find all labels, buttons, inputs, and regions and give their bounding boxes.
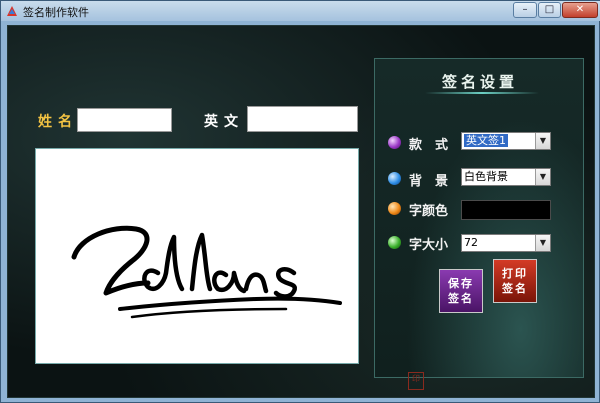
seal-stamp-icon: 印 (408, 372, 424, 390)
font-color-swatch[interactable] (461, 200, 551, 220)
minimize-button[interactable]: – (513, 2, 537, 18)
settings-panel: 签名设置 款 式 英文签1 ▼ 背 景 白色背景 ▼ 字颜色 字大小 72 ▼ (374, 58, 584, 378)
name-label: 姓名 (38, 114, 78, 130)
style-label: 款 式 (409, 138, 449, 153)
signature-image (71, 225, 342, 319)
orange-orb-icon (388, 202, 401, 215)
print-line2: 签名 (502, 282, 528, 295)
title-bar[interactable]: 签名制作软件 – □ ✕ (1, 1, 600, 21)
green-orb-icon (388, 236, 401, 249)
window-title: 签名制作软件 (23, 6, 89, 19)
background-value: 白色背景 (464, 170, 508, 183)
dropdown-arrow-icon[interactable]: ▼ (535, 169, 550, 185)
english-label: 英文 (204, 114, 244, 130)
print-line1: 打印 (502, 267, 528, 280)
save-line2: 签名 (448, 292, 474, 305)
font-size-label: 字大小 (409, 238, 449, 253)
dropdown-arrow-icon[interactable]: ▼ (535, 133, 550, 149)
app-window: 签名制作软件 – □ ✕ 姓名 英文 签名设置 款 式 英文签1 ▼ 背 景 白… (0, 0, 600, 403)
print-signature-button[interactable]: 打印 签名 (493, 259, 537, 303)
maximize-button[interactable]: □ (538, 2, 561, 18)
main-area: 姓名 英文 签名设置 款 式 英文签1 ▼ 背 景 白色背景 ▼ 字颜色 字大小… (7, 25, 595, 398)
blue-orb-icon (388, 172, 401, 185)
style-select[interactable]: 英文签1 ▼ (461, 132, 551, 150)
background-select[interactable]: 白色背景 ▼ (461, 168, 551, 186)
close-button[interactable]: ✕ (562, 2, 598, 18)
title-divider (425, 92, 539, 94)
save-line1: 保存 (448, 277, 474, 290)
font-size-select[interactable]: 72 ▼ (461, 234, 551, 252)
name-input[interactable] (77, 108, 172, 132)
font-color-label: 字颜色 (409, 204, 449, 219)
purple-orb-icon (388, 136, 401, 149)
background-label: 背 景 (409, 174, 449, 189)
settings-title: 签名设置 (441, 73, 518, 91)
english-input[interactable] (247, 106, 358, 132)
dropdown-arrow-icon[interactable]: ▼ (535, 235, 550, 251)
save-signature-button[interactable]: 保存 签名 (439, 269, 483, 313)
signature-preview (35, 148, 359, 364)
font-size-value: 72 (464, 236, 478, 249)
style-value: 英文签1 (464, 134, 508, 147)
app-icon (7, 6, 17, 16)
